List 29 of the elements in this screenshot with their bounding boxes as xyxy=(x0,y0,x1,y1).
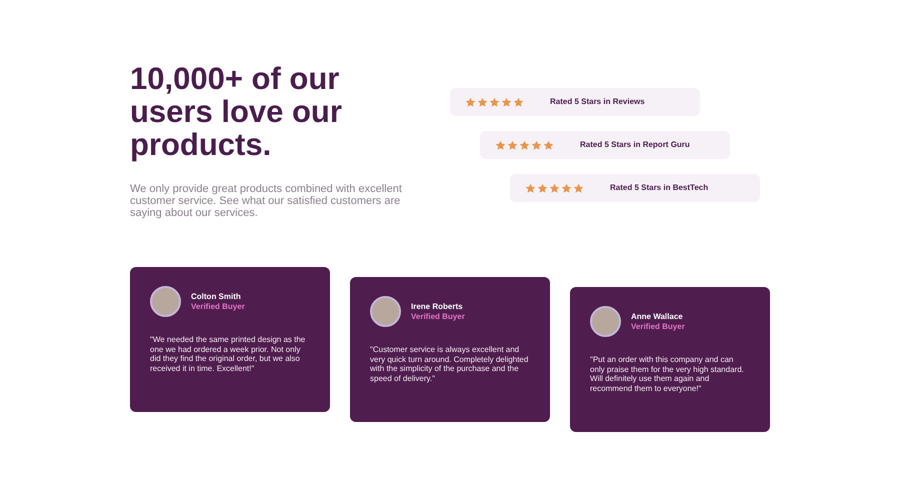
page-heading: 10,000+ of our users love our products. xyxy=(130,62,343,161)
intro-text: We only provide great products combined with excellent customer service. See what our satisfied customers are saying about our services. xyxy=(130,183,403,219)
star-icon xyxy=(543,140,554,150)
testimonial-quote: "Put an order with this company and can only praise them for the very high standard. Will definitely use them again and recommend them to everyone!" xyxy=(590,355,745,393)
star-icon xyxy=(519,140,530,150)
rating-label: Rated 5 Stars in BestTech xyxy=(610,182,708,194)
verified-label: Verified Buyer xyxy=(631,322,685,332)
customer-name: Colton Smith xyxy=(191,292,242,302)
star-icon xyxy=(465,96,476,108)
rating-label: Rated 5 Stars in Report Guru xyxy=(580,139,690,151)
testimonial-quote: "We needed the same printed design as the one we had ordered a week prior. Not only did they find the original order, but we also received it in time. Excellent!" xyxy=(150,335,306,373)
testimonial-quote: "Customer service is always excellent and very quick turn around. Completely delighted with the simplicity of the purchase and the speed of delivery." xyxy=(370,345,530,383)
customer-name: Irene Roberts xyxy=(411,302,464,312)
star-icon xyxy=(477,96,488,108)
rating-label: Rated 5 Stars in Reviews xyxy=(550,96,645,108)
star-icon xyxy=(549,182,560,194)
star-icon xyxy=(489,96,500,108)
customer-name: Anne Wallace xyxy=(631,312,684,322)
verified-label: Verified Buyer xyxy=(411,312,465,322)
star-icon xyxy=(513,96,524,108)
star-icon xyxy=(531,140,542,150)
star-icon xyxy=(573,182,584,194)
verified-label: Verified Buyer xyxy=(191,302,245,312)
star-icon xyxy=(525,182,536,194)
star-icon xyxy=(537,182,548,194)
star-icon xyxy=(561,182,572,194)
star-icon xyxy=(495,140,506,150)
star-icon xyxy=(507,140,518,150)
star-icon xyxy=(501,96,512,108)
